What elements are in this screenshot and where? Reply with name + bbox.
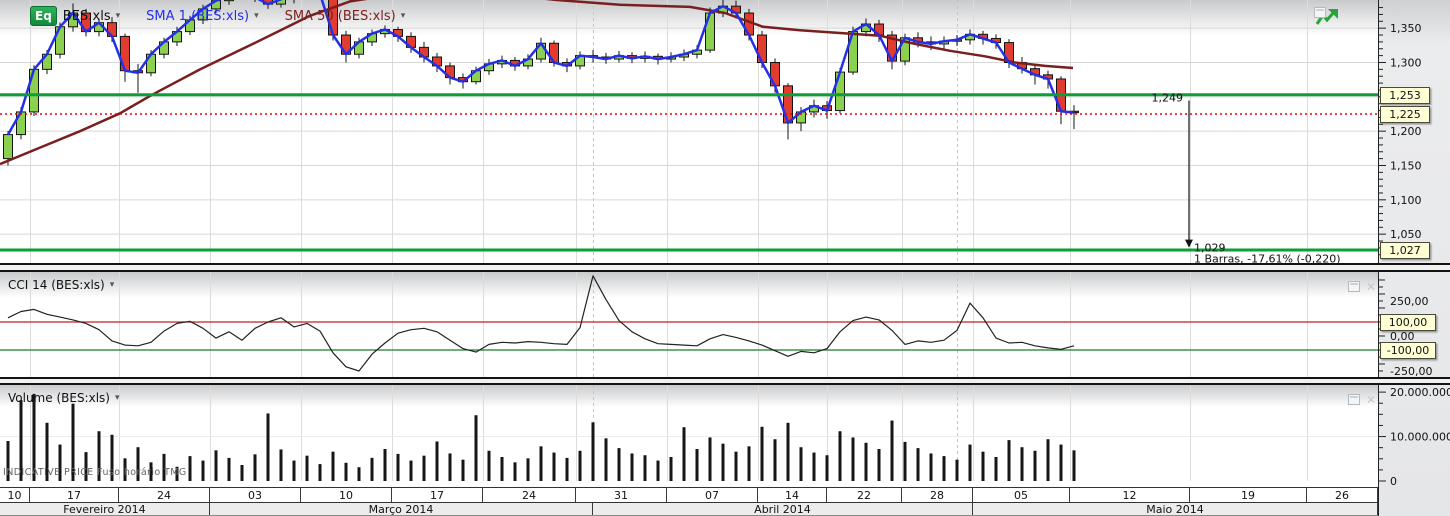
- svg-text:1,300: 1,300: [1390, 56, 1422, 69]
- x-axis-week-label: 24: [119, 488, 210, 502]
- sma1-selector[interactable]: SMA 1 (BES:xls) ▾: [146, 9, 258, 24]
- sma50-label: SMA 50 (BES:xls): [285, 9, 396, 24]
- x-axis-month-label: Abril 2014: [593, 503, 973, 515]
- x-axis-week-label: 10: [0, 488, 30, 502]
- svg-text:20.000.000: 20.000.000: [1390, 386, 1450, 399]
- price-arrow-annotation: 1,2491,0291 Barras, -17,61% (-0,220): [1152, 92, 1341, 263]
- chart-legend: Eq BES:xls ▾ SMA 1 (BES:xls) ▾ SMA 50 (B…: [30, 6, 431, 26]
- price-label-badge: 1,027: [1380, 242, 1430, 259]
- x-axis-week-label: 31: [576, 488, 667, 502]
- svg-text:10.000.000: 10.000.000: [1390, 431, 1450, 444]
- volume-title: Volume (BES:xls): [8, 391, 110, 405]
- symbol-selector[interactable]: BES:xls ▾: [63, 9, 120, 24]
- cci-indicator-panel[interactable]: CCI 14 (BES:xls) ▾ ✕: [0, 272, 1378, 377]
- x-axis-week-label: 24: [483, 488, 576, 502]
- cci-header-dropdown[interactable]: CCI 14 (BES:xls) ▾: [8, 278, 114, 292]
- panel-divider[interactable]: [0, 377, 1450, 385]
- x-axis-month-label: Fevereiro 2014: [0, 503, 210, 515]
- chevron-down-icon[interactable]: ▾: [115, 393, 120, 403]
- price-label-badge: 100,00: [1380, 314, 1436, 331]
- restore-window-icon[interactable]: [1314, 7, 1326, 18]
- svg-text:1,100: 1,100: [1390, 194, 1422, 207]
- panel-top-right-icons: [1314, 7, 1326, 18]
- x-axis-week-label: 17: [30, 488, 119, 502]
- svg-text:1,350: 1,350: [1390, 22, 1422, 35]
- sma50-selector[interactable]: SMA 50 (BES:xls) ▾: [285, 9, 406, 24]
- close-panel-icon[interactable]: ✕: [1366, 395, 1376, 405]
- restore-panel-icon[interactable]: [1348, 394, 1360, 405]
- x-axis-week-label: 22: [827, 488, 902, 502]
- cci-title: CCI 14 (BES:xls): [8, 278, 105, 292]
- svg-text:250,00: 250,00: [1390, 295, 1429, 308]
- svg-text:0: 0: [1390, 475, 1397, 488]
- equity-type-badge: Eq: [30, 6, 57, 26]
- chevron-down-icon[interactable]: ▾: [116, 11, 121, 21]
- volume-panel-controls: ✕: [1348, 394, 1376, 405]
- x-axis-week-label: 26: [1307, 488, 1378, 502]
- price-panel[interactable]: 1,2491,0291 Barras, -17,61% (-0,220) Eq …: [0, 0, 1378, 263]
- x-axis-week-label: 07: [667, 488, 758, 502]
- x-axis-month-label: Março 2014: [210, 503, 593, 515]
- price-label-badge: -100,00: [1380, 342, 1436, 359]
- sma1-label: SMA 1 (BES:xls): [146, 9, 249, 24]
- x-axis-week-label: 17: [392, 488, 483, 502]
- symbol-label: BES:xls: [63, 9, 111, 24]
- x-axis-month-label: Maio 2014: [973, 503, 1378, 515]
- volume-panel[interactable]: INDICATIVE PRICE Fuso horário TMG Volume…: [0, 385, 1378, 481]
- x-axis-week-label: 03: [210, 488, 301, 502]
- svg-text:1 Barras, -17,61% (-0,220): 1 Barras, -17,61% (-0,220): [1194, 253, 1341, 263]
- panel-divider[interactable]: [0, 263, 1450, 272]
- x-axis-week-row: 10172403101724310714222805121926: [0, 487, 1378, 502]
- x-axis-week-label: 28: [902, 488, 973, 502]
- price-label-badge: 1,253: [1380, 87, 1430, 104]
- cci-panel-controls: ✕: [1348, 281, 1376, 292]
- data-feed-watermark: INDICATIVE PRICE Fuso horário TMG: [3, 467, 187, 478]
- volume-plot[interactable]: [0, 385, 1378, 481]
- x-axis-month-row: Fevereiro 2014Março 2014Abril 2014Maio 2…: [0, 502, 1378, 516]
- close-panel-icon[interactable]: ✕: [1366, 282, 1376, 292]
- x-axis-week-label: 14: [758, 488, 827, 502]
- x-axis-week-label: 10: [301, 488, 392, 502]
- x-axis-week-label: 19: [1190, 488, 1307, 502]
- svg-text:1,150: 1,150: [1390, 159, 1422, 172]
- chevron-down-icon[interactable]: ▾: [401, 11, 406, 21]
- cci-line: [8, 276, 1074, 371]
- price-plot[interactable]: 1,2491,0291 Barras, -17,61% (-0,220): [0, 0, 1378, 263]
- chevron-down-icon[interactable]: ▾: [254, 11, 259, 21]
- svg-text:1,050: 1,050: [1390, 228, 1422, 241]
- cci-plot[interactable]: [0, 272, 1378, 377]
- volume-header-dropdown[interactable]: Volume (BES:xls) ▾: [8, 391, 120, 405]
- svg-text:1,200: 1,200: [1390, 125, 1422, 138]
- chart-window: 1,2491,0291 Barras, -17,61% (-0,220) Eq …: [0, 0, 1450, 516]
- svg-text:1,249: 1,249: [1152, 92, 1184, 105]
- x-axis-week-label: 05: [973, 488, 1070, 502]
- restore-panel-icon[interactable]: [1348, 281, 1360, 292]
- x-axis-week-label: 12: [1070, 488, 1190, 502]
- price-label-badge: 1,225: [1380, 106, 1430, 123]
- chevron-down-icon[interactable]: ▾: [110, 280, 115, 290]
